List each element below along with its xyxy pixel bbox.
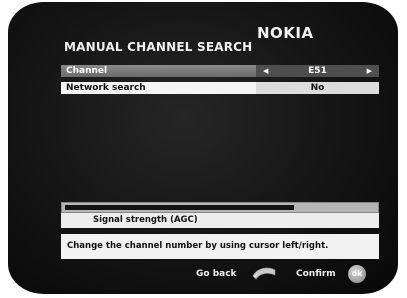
right-arrow-icon[interactable]: ▶ xyxy=(367,65,372,77)
ok-button-icon[interactable]: ok xyxy=(348,265,366,283)
network-search-value: No xyxy=(310,83,325,93)
channel-selector[interactable]: ◀ E51 ▶ xyxy=(256,65,379,77)
signal-strength-bar xyxy=(61,202,379,213)
channel-label: Channel xyxy=(66,66,108,76)
network-search-label: Network search xyxy=(66,83,146,93)
go-back-label: Go back xyxy=(196,269,237,279)
network-search-selector[interactable]: No xyxy=(256,82,379,94)
network-search-row[interactable]: Network search No xyxy=(61,82,379,94)
page-title: MANUAL CHANNEL SEARCH xyxy=(64,40,253,54)
tv-screen: NOKIA MANUAL CHANNEL SEARCH Channel ◀ E5… xyxy=(8,2,398,294)
confirm-label: Confirm xyxy=(296,269,336,279)
signal-strength-fill xyxy=(65,205,294,210)
help-text: Change the channel number by using curso… xyxy=(61,234,379,259)
signal-strength-label: Signal strength (AGC) xyxy=(61,213,379,228)
channel-value: E51 xyxy=(308,66,327,76)
nokia-logo: NOKIA xyxy=(257,24,314,42)
back-arrow-icon[interactable] xyxy=(251,264,277,282)
channel-row[interactable]: Channel ◀ E51 ▶ xyxy=(61,65,379,77)
